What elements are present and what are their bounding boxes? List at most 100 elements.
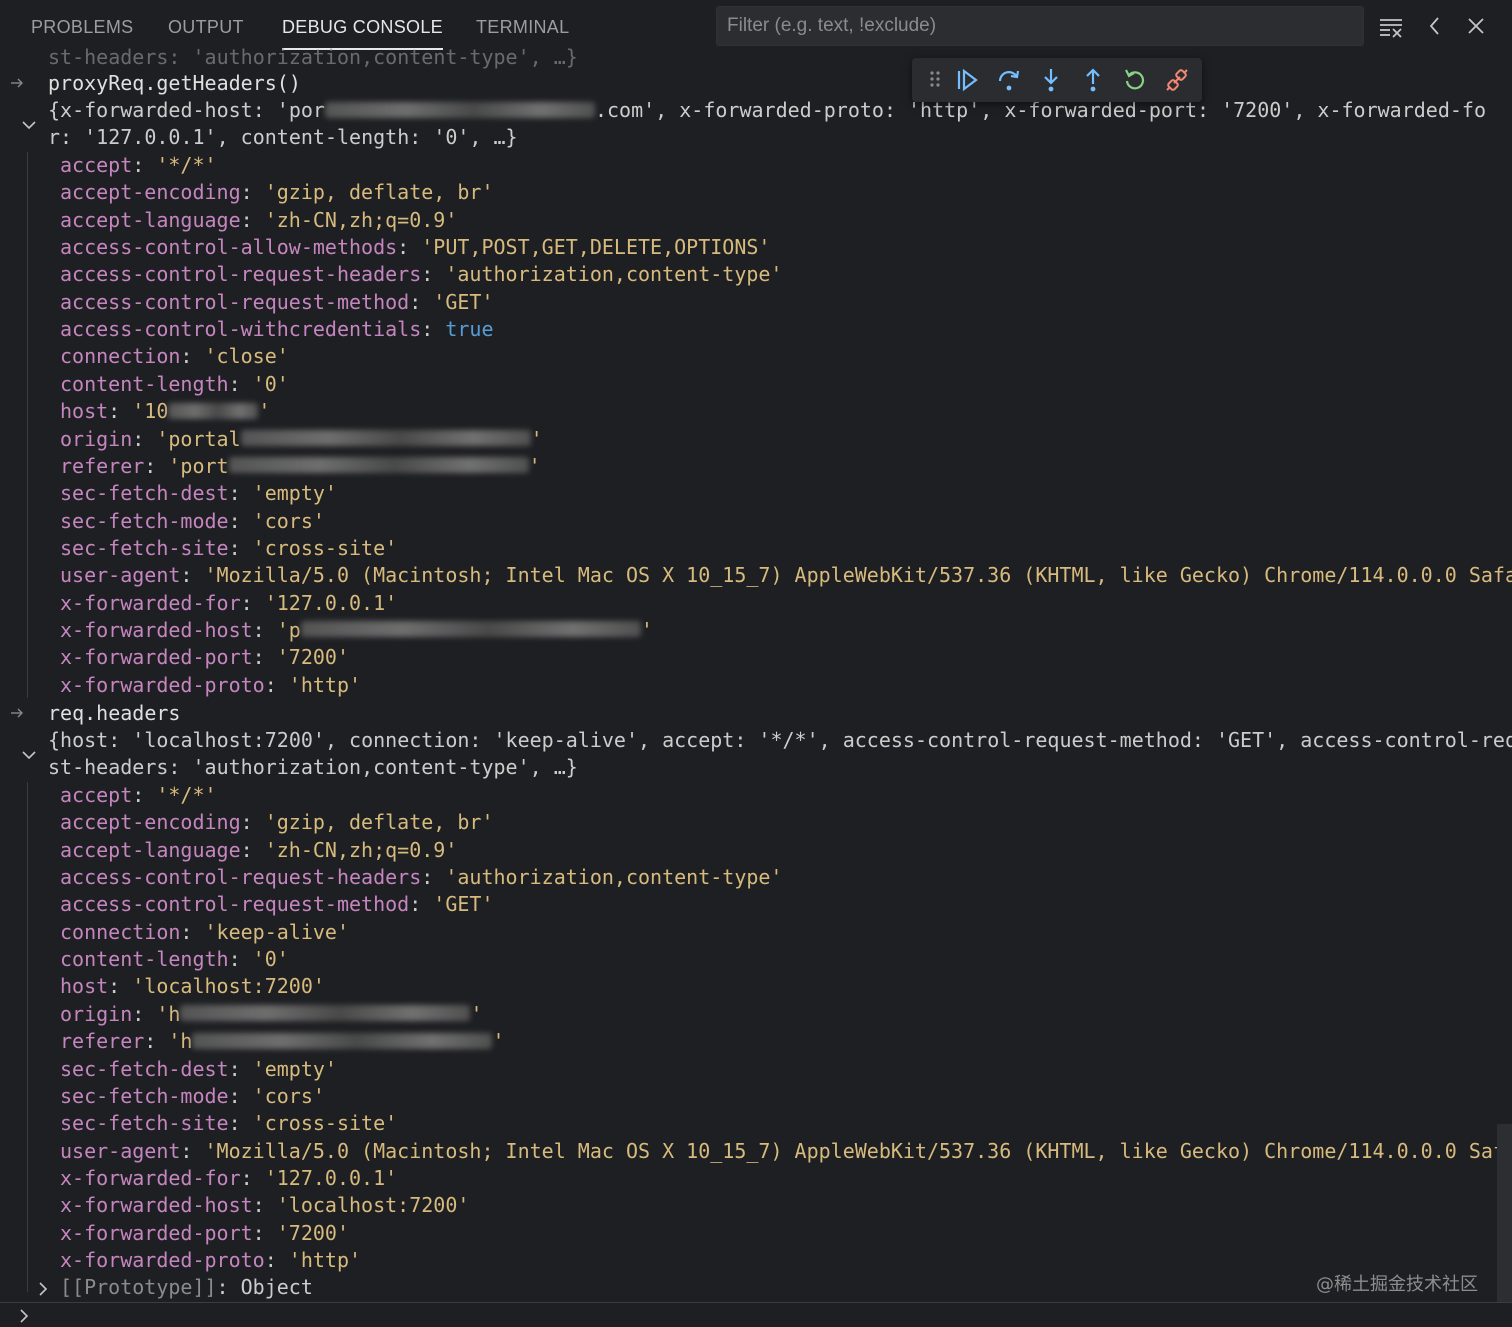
header-row: sec-fetch-site: 'cross-site' (60, 535, 398, 560)
clear-console-icon[interactable] (1378, 13, 1404, 39)
chevron-down-icon[interactable] (18, 744, 40, 766)
header-row: content-length: '0' (60, 947, 289, 972)
header-key: content-length (60, 371, 229, 396)
restart-icon[interactable] (1122, 67, 1148, 93)
header-value: 'p (276, 617, 301, 642)
header-value: 'cors' (252, 1083, 325, 1108)
header-row: access-control-request-headers: 'authori… (60, 865, 783, 890)
header-value: '127.0.0.1' (264, 1165, 398, 1190)
header-key: x-forwarded-for (60, 1165, 241, 1190)
header-value: 'h (156, 1001, 181, 1026)
header-value: 'cross-site' (252, 535, 398, 560)
header-key: x-forwarded-proto (60, 1247, 265, 1272)
header-key: access-control-request-method (60, 892, 410, 917)
header-row: access-control-request-headers: 'authori… (60, 262, 783, 287)
header-value: '*/*' (156, 783, 217, 807)
header-key: host (60, 399, 109, 424)
header-key: access-control-request-headers (60, 865, 422, 890)
header-value: 'zh-CN,zh;q=0.9' (264, 207, 458, 232)
header-key: sec-fetch-site (60, 1111, 229, 1136)
continue-icon[interactable] (954, 67, 980, 93)
header-row: user-agent: 'Mozilla/5.0 (Macintosh; Int… (60, 1138, 1512, 1165)
redacted-text (180, 1005, 471, 1022)
header-row: x-forwarded-host: 'p ' (60, 617, 653, 642)
header-value: 'GET' (433, 892, 494, 917)
header-row: accept: '*/*' (60, 783, 217, 807)
header-key: x-forwarded-for (60, 590, 241, 615)
disconnect-icon[interactable] (1164, 67, 1190, 93)
header-row: x-forwarded-port: '7200' (60, 645, 349, 670)
object-summary-cont: st-headers: 'authorization,content-type'… (48, 755, 578, 779)
header-row: origin: 'portal ' (60, 426, 543, 451)
header-value: 'http' (288, 1247, 362, 1272)
drag-grip-icon[interactable] (922, 67, 948, 93)
console-line: st-headers: 'authorization,content-type'… (48, 45, 578, 69)
header-key: accept-encoding (60, 180, 241, 205)
object-summary[interactable]: {x-forwarded-host: 'por .com', x-forwarde… (48, 97, 1486, 124)
header-value: 'empty' (252, 481, 337, 506)
header-row: content-length: '0' (60, 371, 289, 396)
header-value: 'keep-alive' (204, 919, 350, 944)
header-value: 'portal (156, 426, 241, 451)
header-value: '0' (252, 947, 289, 972)
header-key: sec-fetch-site (60, 535, 229, 560)
header-value: 'port (168, 453, 229, 478)
chevron-down-icon[interactable] (18, 114, 40, 136)
header-value: 'PUT,POST,GET,DELETE,OPTIONS' (421, 235, 771, 260)
header-value: 'close' (204, 344, 289, 369)
header-row: x-forwarded-host: 'localhost:7200' (60, 1193, 470, 1218)
header-key: access-control-request-headers (60, 262, 422, 287)
header-key: referer (60, 453, 145, 478)
header-key: sec-fetch-mode (60, 508, 229, 533)
header-key: origin (60, 1001, 133, 1026)
header-row: access-control-allow-methods: 'PUT,POST,… (60, 235, 771, 260)
step-into-icon[interactable] (1038, 67, 1064, 93)
header-value: '7200' (276, 645, 349, 670)
watermark: @稀土掘金技术社区 (1316, 1274, 1478, 1295)
header-value: '127.0.0.1' (264, 590, 398, 615)
header-row: accept: '*/*' (60, 153, 217, 177)
step-over-icon[interactable] (996, 67, 1022, 93)
prototype-row[interactable]: [[Prototype]]: Object (60, 1274, 313, 1301)
header-key: accept (60, 153, 133, 177)
chevron-left-icon[interactable] (1422, 13, 1448, 39)
header-row: connection: 'close' (60, 344, 289, 369)
header-key: x-forwarded-port (60, 1220, 253, 1245)
close-icon[interactable] (1463, 13, 1489, 39)
header-key: access-control-withcredentials (60, 317, 422, 342)
scrollbar[interactable] (1497, 1124, 1512, 1302)
header-row: accept-language: 'zh-CN,zh;q=0.9' (60, 207, 458, 232)
step-out-icon[interactable] (1080, 67, 1106, 93)
header-key: access-control-allow-methods (60, 235, 398, 260)
header-value: 'GET' (433, 289, 494, 314)
header-key: referer (60, 1029, 145, 1054)
input-arrow-icon (11, 708, 23, 718)
header-row: access-control-withcredentials: true (60, 317, 494, 342)
console-command: req.headers (48, 701, 181, 725)
header-value: 'authorization,content-type' (445, 262, 783, 287)
header-value: '0' (252, 371, 289, 396)
header-key: host (60, 974, 109, 999)
debug-console-output[interactable]: st-headers: 'authorization,content-type'… (0, 40, 1512, 1302)
header-key: x-forwarded-host (60, 1193, 253, 1218)
console-input-row[interactable] (0, 1302, 1512, 1327)
header-key: x-forwarded-proto (60, 672, 265, 697)
header-row: referer: 'port ' (60, 453, 541, 478)
header-row: x-forwarded-port: '7200' (60, 1220, 349, 1245)
header-value: 'gzip, deflate, br' (264, 180, 494, 205)
tree-guide (27, 152, 28, 698)
header-key: sec-fetch-dest (60, 1056, 229, 1081)
header-key: accept-encoding (60, 810, 241, 835)
header-row: access-control-request-method: 'GET' (60, 289, 494, 314)
chevron-right-icon[interactable] (32, 1278, 54, 1300)
header-value: '10 (132, 399, 169, 424)
tree-guide (27, 782, 28, 1292)
header-row: connection: 'keep-alive' (60, 919, 350, 944)
object-summary[interactable]: {host: 'localhost:7200', connection: 'ke… (48, 727, 1512, 754)
header-row: sec-fetch-mode: 'cors' (60, 1083, 325, 1108)
header-row: access-control-request-method: 'GET' (60, 892, 494, 917)
header-value: '7200' (276, 1220, 349, 1245)
header-row: referer: 'h ' (60, 1029, 505, 1054)
header-row: origin: 'h ' (60, 1001, 483, 1026)
header-value: 'empty' (252, 1056, 337, 1081)
